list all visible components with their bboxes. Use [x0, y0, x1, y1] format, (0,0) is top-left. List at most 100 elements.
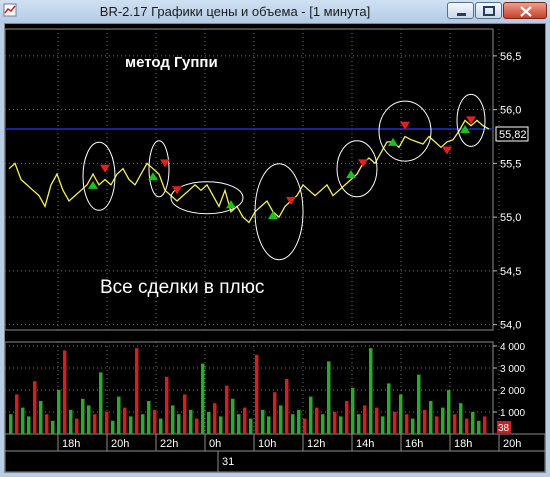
volume-bar [453, 414, 457, 434]
volume-bar [315, 407, 319, 434]
sell-marker [172, 186, 182, 195]
minimize-button[interactable] [447, 2, 474, 19]
buy-marker [88, 180, 98, 189]
volume-bar [387, 383, 391, 434]
window-titlebar[interactable]: BR-2.17 Графики цены и объема - [1 минут… [0, 0, 550, 23]
volume-bar [123, 407, 127, 434]
time-tick-label: 18h [454, 438, 472, 450]
volume-bar [99, 372, 103, 434]
volume-bars [9, 348, 487, 434]
volume-bar [171, 405, 175, 434]
maximize-icon [483, 6, 495, 16]
volume-bar [297, 409, 301, 434]
sell-marker [358, 159, 368, 168]
maximize-button[interactable] [475, 2, 502, 19]
time-tick-label: 22h [160, 438, 178, 450]
volume-bar [441, 407, 445, 434]
time-tick-label: 10h [258, 438, 276, 450]
volume-bar [243, 407, 247, 434]
annotation-bottom: Все сделки в плюс [100, 277, 264, 298]
date-label: 31 [222, 456, 234, 468]
trade-circle [148, 140, 170, 198]
trade-circle [254, 163, 304, 261]
volume-bar [249, 418, 253, 434]
volume-bar [105, 412, 109, 434]
volume-bar [429, 401, 433, 434]
volume-bar [357, 414, 361, 434]
volume-axis: 4 000 3 000 2 000 1 000 [493, 342, 525, 419]
volume-bar [111, 420, 115, 434]
volume-bar [309, 396, 313, 434]
volume-bar [255, 354, 259, 434]
volume-bar [231, 398, 235, 434]
volume-bar [327, 361, 331, 434]
close-button[interactable] [503, 2, 547, 19]
volume-bar [219, 416, 223, 434]
time-tick-label: 20h [111, 438, 129, 450]
volume-bar [201, 363, 205, 434]
volume-bar [75, 418, 79, 434]
volume-bar [291, 414, 295, 434]
volume-bar [399, 394, 403, 434]
volume-bar [177, 414, 181, 434]
volume-bar [39, 401, 43, 434]
volume-bar [159, 418, 163, 434]
volume-bar [9, 414, 13, 434]
chart-canvas[interactable]: 56,5 56,0 55,5 55,0 54,5 54,0 4 000 3 000 2 000… [4, 24, 546, 473]
minimize-icon [457, 13, 466, 16]
time-tick-label: 16h [405, 438, 423, 450]
trade-circle [336, 140, 378, 198]
volume-bar [369, 348, 373, 434]
volume-bar [303, 418, 307, 434]
price-tick-label: 54,0 [500, 320, 521, 332]
volume-bar [87, 405, 91, 434]
price-tick-label: 54,5 [500, 266, 521, 278]
close-icon [520, 6, 532, 17]
volume-bar [375, 407, 379, 434]
grid [4, 28, 500, 435]
sell-marker [100, 164, 110, 173]
volume-bar [471, 412, 475, 434]
volume-bar [51, 420, 55, 434]
volume-bar [435, 416, 439, 434]
chart-window: 56,5 56,0 55,5 55,0 54,5 54,0 4 000 3 000 2 000… [4, 23, 546, 473]
trade-circle [82, 141, 116, 211]
volume-bar [117, 396, 121, 434]
volume-bar [459, 403, 463, 434]
volume-bar [153, 409, 157, 434]
time-axis: 18h 20h 22h 0h 10h 12h 14h 16h 18h 20h 31 [4, 433, 546, 473]
time-tick-label: 0h [209, 438, 221, 450]
volume-bar [279, 405, 283, 434]
volume-bar [81, 398, 85, 434]
volume-bar [237, 414, 241, 434]
price-line [8, 119, 490, 224]
price-tick-label: 55,5 [500, 158, 521, 170]
trade-markers [88, 116, 476, 219]
time-tick-label: 14h [356, 438, 374, 450]
volume-bar [69, 409, 73, 434]
volume-bar [147, 401, 151, 434]
volume-bar [195, 418, 199, 434]
volume-bar [213, 403, 217, 434]
volume-tick-label: 4 000 [500, 342, 525, 353]
trade-circle [170, 181, 244, 215]
volume-bar [141, 414, 145, 434]
volume-bar [273, 392, 277, 434]
volume-bar [15, 394, 19, 434]
buy-marker [346, 170, 356, 179]
volume-bar [225, 385, 229, 434]
volume-bar [27, 416, 31, 434]
volume-bar [345, 401, 349, 434]
volume-bar [423, 409, 427, 434]
volume-bar [405, 414, 409, 434]
volume-bar [93, 414, 97, 434]
price-tick-label: 55,0 [500, 212, 521, 224]
volume-bar [33, 381, 37, 434]
volume-bar [417, 374, 421, 434]
price-axis: 56,5 56,0 55,5 55,0 54,5 54,0 [493, 51, 521, 332]
annotation-title: метод Гуппи [125, 54, 218, 71]
volume-bar [483, 416, 487, 434]
volume-bar [63, 350, 67, 434]
volume-bar [393, 412, 397, 434]
volume-bar [411, 418, 415, 434]
